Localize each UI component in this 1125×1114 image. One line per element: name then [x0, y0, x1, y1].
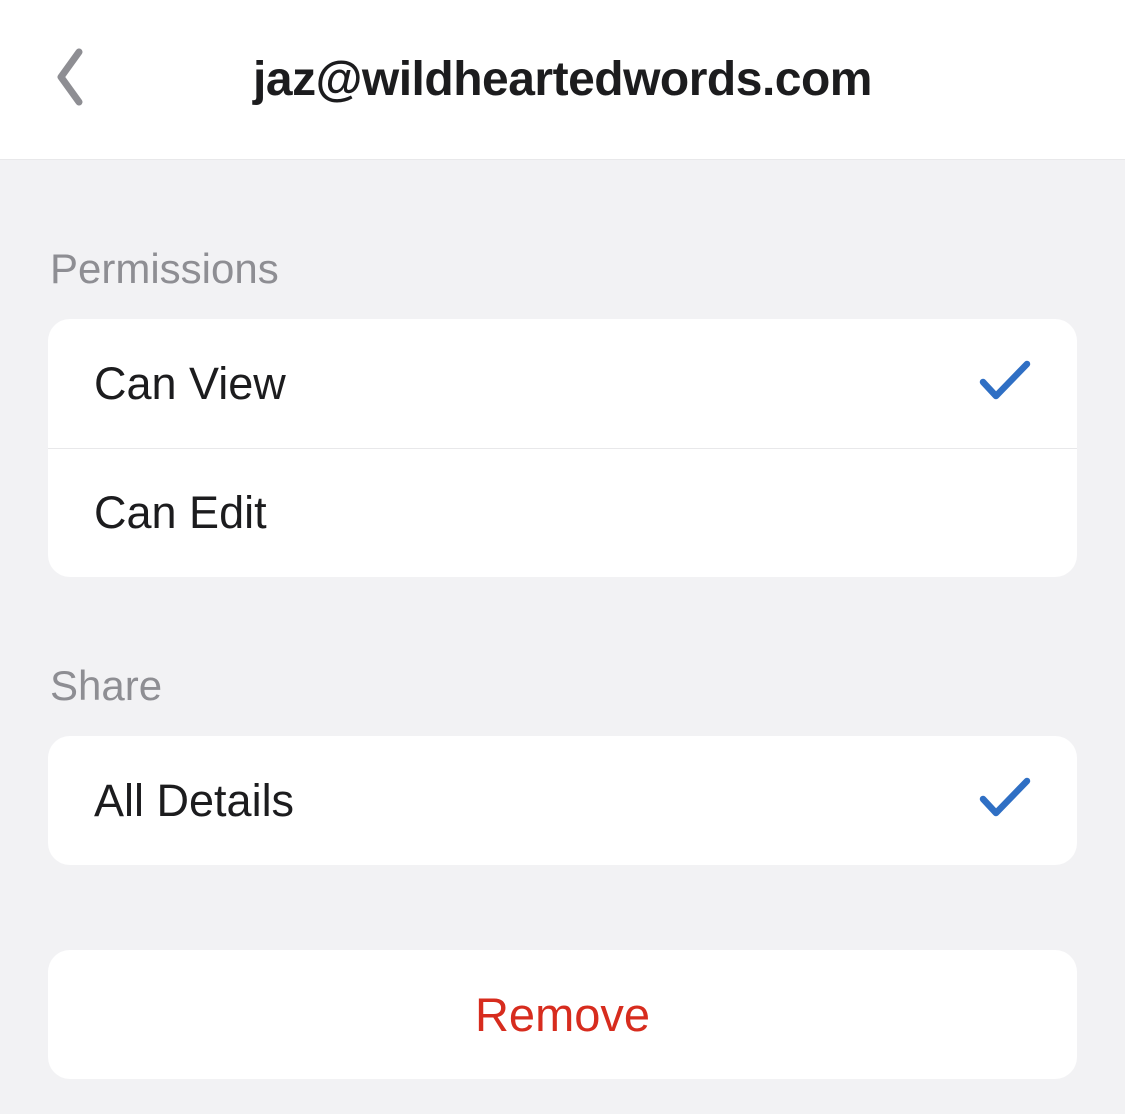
checkmark-icon	[979, 777, 1031, 824]
back-button[interactable]	[55, 48, 85, 111]
page-header: jaz@wildheartedwords.com	[0, 0, 1125, 160]
share-list: All Details	[48, 736, 1077, 865]
permission-option-can-edit[interactable]: Can Edit	[48, 448, 1077, 577]
chevron-left-icon	[55, 48, 85, 111]
permission-option-label: Can Edit	[94, 487, 267, 539]
checkmark-icon	[979, 360, 1031, 407]
content: Permissions Can View Can Edit Share All …	[0, 160, 1125, 1079]
share-option-all-details[interactable]: All Details	[48, 736, 1077, 865]
permissions-list: Can View Can Edit	[48, 319, 1077, 577]
share-option-label: All Details	[94, 775, 294, 827]
remove-button-label: Remove	[475, 987, 650, 1042]
permission-option-label: Can View	[94, 358, 286, 410]
action-list: Remove	[48, 950, 1077, 1079]
page-title: jaz@wildheartedwords.com	[50, 52, 1075, 107]
permissions-section-header: Permissions	[48, 160, 1077, 319]
remove-button[interactable]: Remove	[48, 950, 1077, 1079]
permission-option-can-view[interactable]: Can View	[48, 319, 1077, 448]
share-section-header: Share	[48, 577, 1077, 736]
